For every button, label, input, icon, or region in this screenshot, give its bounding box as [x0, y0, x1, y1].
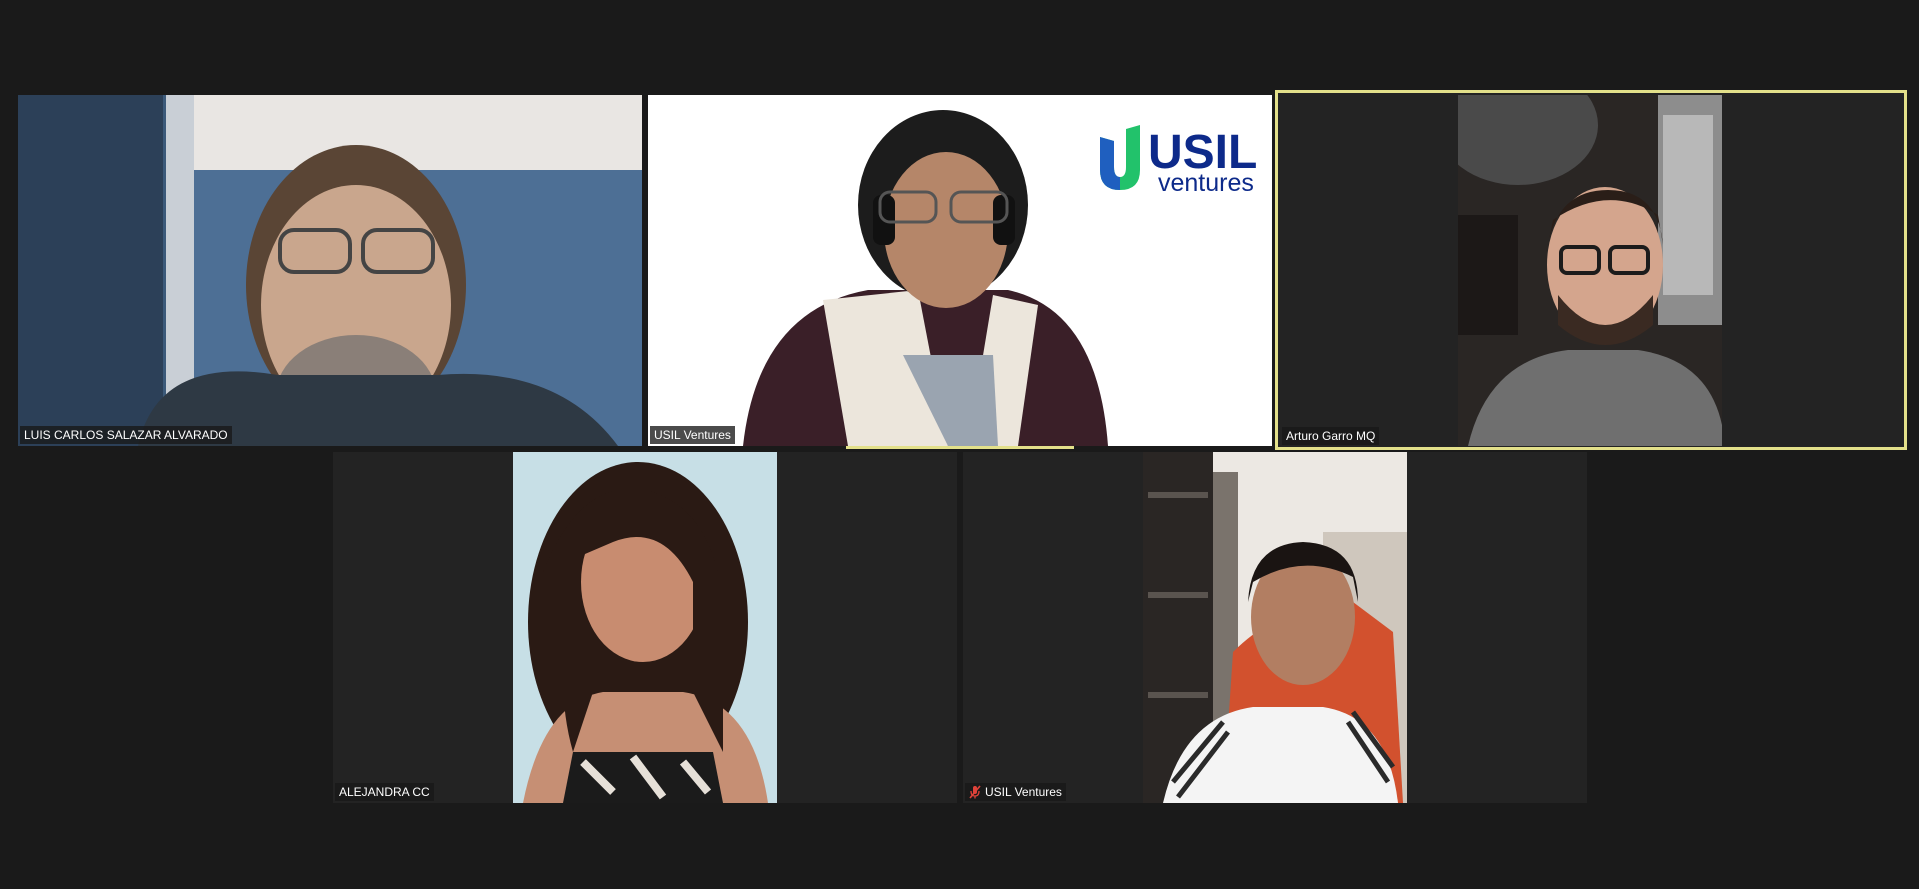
participant-video: [1458, 95, 1722, 446]
participant-video: [1143, 452, 1407, 803]
participant-tile[interactable]: USIL ventures USIL Ventures: [648, 95, 1272, 446]
participant-name-tag: Arturo Garro MQ: [1282, 427, 1380, 445]
gallery-view: LUIS CARLOS SALAZAR ALVARADO USIL ventur…: [0, 0, 1919, 889]
participant-tile-active-speaker[interactable]: Arturo Garro MQ: [1275, 90, 1907, 450]
participant-video: [513, 452, 777, 803]
participant-name: LUIS CARLOS SALAZAR ALVARADO: [24, 428, 228, 442]
participant-name-tag: LUIS CARLOS SALAZAR ALVARADO: [20, 426, 232, 444]
microphone-muted-icon: [969, 785, 981, 799]
participant-name-tag: USIL Ventures: [650, 426, 735, 444]
participant-video: [18, 95, 642, 446]
participant-name: USIL Ventures: [654, 428, 731, 442]
participant-name: Arturo Garro MQ: [1286, 429, 1376, 443]
participant-name: ALEJANDRA CC: [339, 785, 430, 799]
participant-name-tag: ALEJANDRA CC: [335, 783, 434, 801]
participant-tile[interactable]: LUIS CARLOS SALAZAR ALVARADO: [18, 95, 642, 446]
participant-name: USIL Ventures: [985, 785, 1062, 799]
participant-tile[interactable]: ALEJANDRA CC: [333, 452, 957, 803]
speaking-indicator: [846, 446, 1074, 449]
participant-video: USIL ventures: [648, 95, 1272, 446]
ventures-logo-text: ventures: [1158, 169, 1254, 197]
participant-name-tag: USIL Ventures: [965, 783, 1066, 801]
participant-tile[interactable]: USIL Ventures: [963, 452, 1587, 803]
